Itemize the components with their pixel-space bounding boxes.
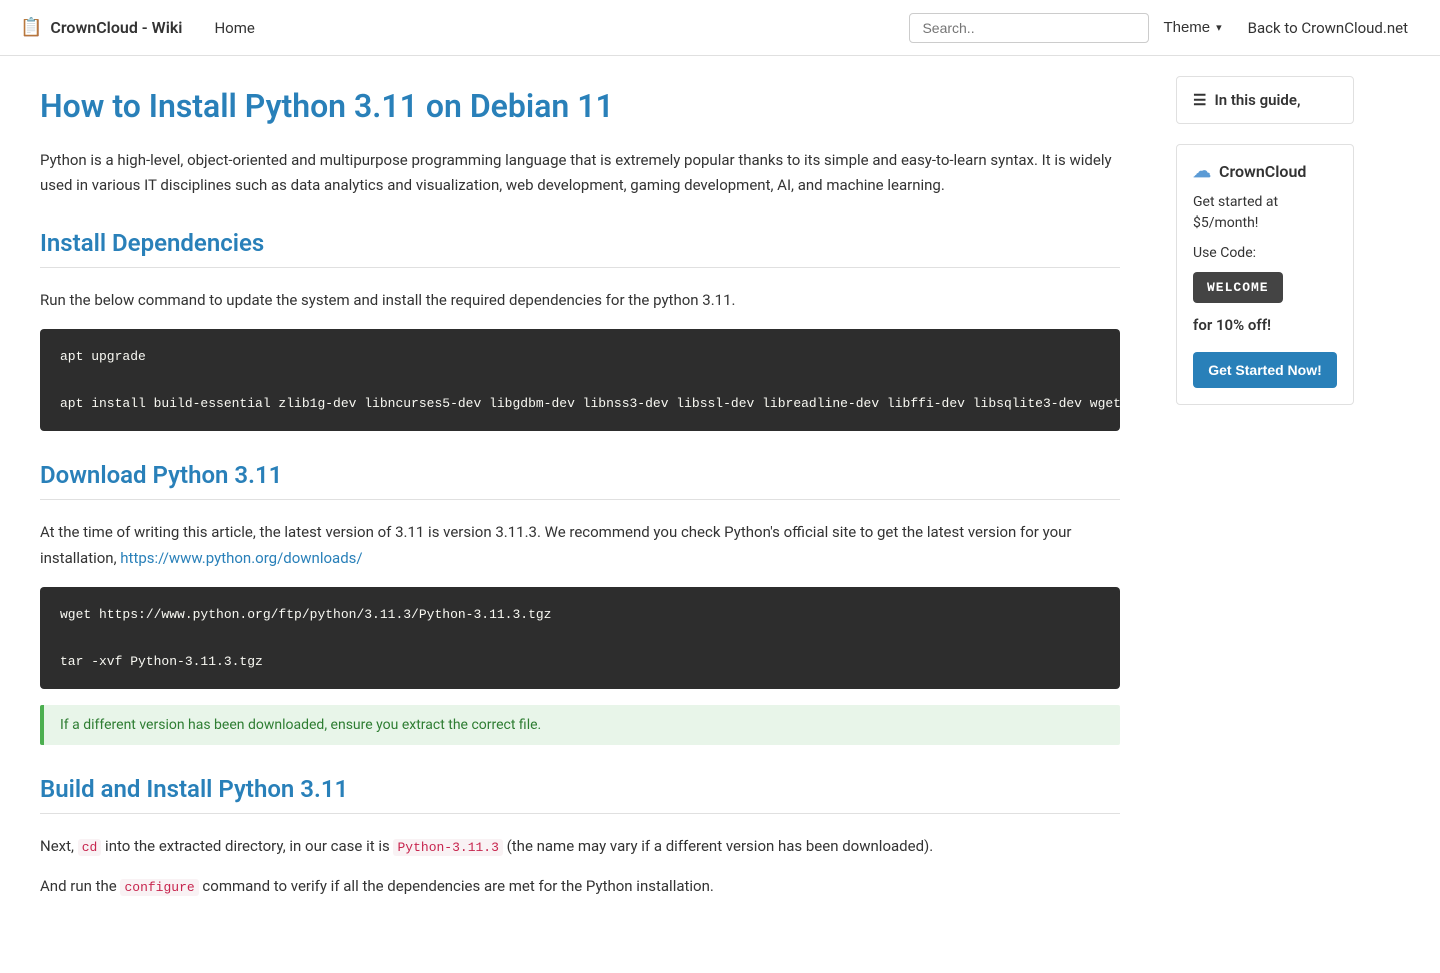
chevron-down-icon: ▾ [1216,21,1222,34]
promo-discount: for 10% off! [1193,313,1337,339]
toc-label: In this guide, [1214,91,1300,109]
promo-box: ☁ CrownCloud Get started at $5/month! Us… [1176,144,1354,405]
brand-icon: 📋 [20,17,42,38]
toc-box: ☰ In this guide, [1176,76,1354,124]
section2-divider [40,499,1120,500]
python-downloads-link[interactable]: https://www.python.org/downloads/ [120,549,362,567]
toc-header: ☰ In this guide, [1193,91,1337,109]
section1-divider [40,267,1120,268]
back-to-crowncloud-link[interactable]: Back to CrownCloud.net [1236,11,1420,45]
section2-alert: If a different version has been download… [40,705,1120,745]
intro-paragraph: Python is a high-level, object-oriented … [40,148,1120,199]
cloud-icon: ☁ [1193,161,1211,182]
brand-label: CrownCloud - Wiki [50,18,182,37]
section3-divider [40,813,1120,814]
section1-description: Run the below command to update the syst… [40,288,1120,314]
section1-heading: Install Dependencies [40,229,1120,257]
section3-description1: Next, cd into the extracted directory, i… [40,834,1120,860]
section3-desc2-after: command to verify if all the dependencie… [202,877,713,895]
main-content: How to Install Python 3.11 on Debian 11 … [0,56,1160,973]
promo-brand-label: CrownCloud [1219,162,1306,181]
page-layout: How to Install Python 3.11 on Debian 11 … [0,56,1440,973]
section3-desc-after: (the name may vary if a different versio… [507,837,934,855]
home-nav-link[interactable]: Home [202,11,266,45]
section3-desc2-before: And run the [40,877,117,895]
cd-code: cd [78,839,102,856]
section3-desc-middle: into the extracted directory, in our cas… [105,837,390,855]
section1-code-block: apt upgrade apt install build-essential … [40,329,1120,431]
promo-code-label: Use Code: [1193,242,1337,266]
promo-code-badge: WELCOME [1193,272,1283,303]
page-title: How to Install Python 3.11 on Debian 11 [40,86,1120,128]
section2-code-block: wget https://www.python.org/ftp/python/3… [40,587,1120,689]
brand-link[interactable]: 📋 CrownCloud - Wiki [20,17,182,38]
configure-code: configure [120,879,198,896]
dir-code: Python-3.11.3 [393,839,502,856]
search-input[interactable] [922,20,1136,36]
promo-tagline: Get started at $5/month! [1193,192,1337,234]
section3-description2: And run the configure command to verify … [40,874,1120,900]
section3-desc-before: Next, [40,837,74,855]
theme-label: Theme [1163,19,1210,36]
promo-brand: ☁ CrownCloud [1193,161,1337,182]
section2-description: At the time of writing this article, the… [40,520,1120,571]
toc-icon: ☰ [1193,91,1206,109]
theme-button[interactable]: Theme ▾ [1149,11,1235,44]
section3-heading: Build and Install Python 3.11 [40,775,1120,803]
sidebar: ☰ In this guide, ☁ CrownCloud Get starte… [1160,56,1370,973]
get-started-button[interactable]: Get Started Now! [1193,352,1337,388]
navbar: 📋 CrownCloud - Wiki Home Theme ▾ Back to… [0,0,1440,56]
search-box [909,13,1149,43]
section2-heading: Download Python 3.11 [40,461,1120,489]
